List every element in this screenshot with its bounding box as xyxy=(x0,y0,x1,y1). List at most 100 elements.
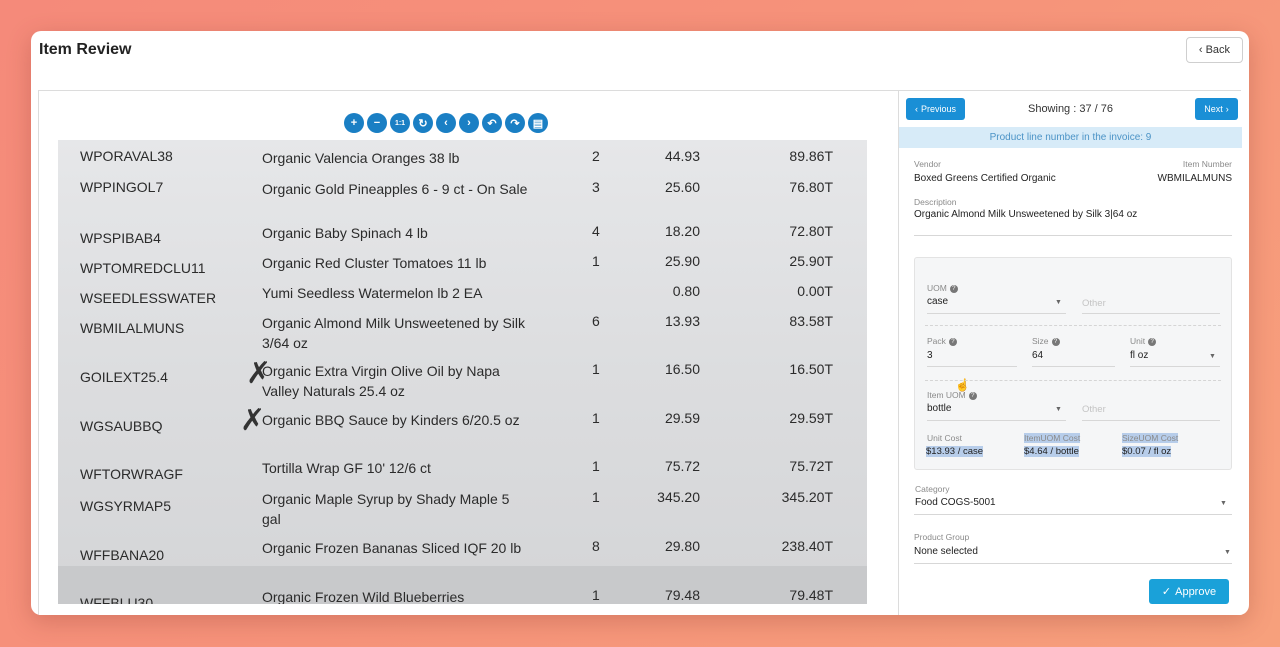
vendor-label: Vendor xyxy=(914,159,941,169)
uom-other-input[interactable]: Other xyxy=(1082,298,1106,309)
row-description: Organic Red Cluster Tomatoes 11 lb xyxy=(262,255,487,271)
row-code: WPORAVAL38 xyxy=(80,148,173,164)
help-icon: ? xyxy=(1051,337,1060,346)
document-icon[interactable]: ▤ xyxy=(528,113,548,133)
item-uom-other-input[interactable]: Other xyxy=(1082,404,1106,415)
row-description: Organic Almond Milk Unsweetened by Silk … xyxy=(262,315,526,351)
size-underline xyxy=(1032,366,1115,367)
invoice-row: WGSYRMAP5 Organic Maple Syrup by Shady M… xyxy=(58,489,867,535)
category-select[interactable]: Food COGS-5001 xyxy=(915,497,996,508)
row-qty: 1 xyxy=(592,489,600,505)
row-total: 25.90T xyxy=(789,253,833,269)
item-review-window: Item Review ‹ Back + − 1:1 ↻ ‹ › ↶ ↷ ▤ W… xyxy=(31,31,1249,615)
invoice-row: WPPINGOL7 Organic Gold Pineapples 6 - 9 … xyxy=(58,179,867,225)
help-icon: ? xyxy=(949,284,958,293)
row-price: 0.80 xyxy=(672,283,700,299)
approve-label: Approve xyxy=(1175,585,1217,598)
invoice-row: WBMILALMUNS Organic Almond Milk Unsweete… xyxy=(58,313,867,359)
next-button[interactable]: Next › xyxy=(1195,98,1238,120)
redo-icon[interactable]: ↷ xyxy=(505,113,525,133)
row-price: 25.60 xyxy=(664,179,700,195)
unit-select[interactable]: fl oz xyxy=(1130,350,1148,361)
item-uom-label: Item UOM? xyxy=(927,390,977,400)
actual-size-icon[interactable]: 1:1 xyxy=(390,113,410,133)
back-button[interactable]: ‹ Back xyxy=(1186,37,1243,63)
uom-other-underline xyxy=(1082,313,1220,314)
chevron-right-icon[interactable]: › xyxy=(459,113,479,133)
description-label: Description xyxy=(914,197,957,207)
chevron-down-icon: ▼ xyxy=(1224,549,1231,556)
row-qty: 3 xyxy=(592,179,600,195)
chevron-left-icon: ‹ xyxy=(1198,44,1203,56)
row-qty: 6 xyxy=(592,313,600,329)
zoom-out-icon[interactable]: − xyxy=(367,113,387,133)
chevron-down-icon: ▼ xyxy=(1220,500,1227,507)
divider xyxy=(925,325,1221,326)
row-qty: 4 xyxy=(592,223,600,239)
divider xyxy=(925,380,1221,381)
invoice-viewer: + − 1:1 ↻ ‹ › ↶ ↷ ▤ WPORAVAL38 Organic V… xyxy=(39,91,899,615)
next-label: Next xyxy=(1204,104,1223,114)
product-group-select[interactable]: None selected xyxy=(914,546,978,557)
help-icon: ? xyxy=(968,391,977,400)
row-total: 89.86T xyxy=(789,148,833,164)
invoice-row: WFFBANA20 Organic Frozen Bananas Sliced … xyxy=(58,538,867,584)
row-description: Organic Maple Syrup by Shady Maple 5 gal xyxy=(262,491,510,527)
unit-underline xyxy=(1130,366,1220,367)
check-icon: ✓ xyxy=(1161,586,1172,598)
row-qty: 1 xyxy=(592,458,600,474)
showing-counter: Showing : 37 / 76 xyxy=(1027,103,1113,115)
row-description: Organic BBQ Sauce by Kinders 6/20.5 oz xyxy=(262,412,520,428)
invoice-row: WGSAUBBQ Organic BBQ Sauce by Kinders 6/… xyxy=(58,410,867,456)
row-total: 345.20T xyxy=(781,489,833,505)
rotate-icon[interactable]: ↻ xyxy=(413,113,433,133)
pack-input[interactable]: 3 xyxy=(927,350,933,361)
approve-button[interactable]: ✓ Approve xyxy=(1149,579,1229,604)
uom-underline xyxy=(927,313,1066,314)
row-total: 75.72T xyxy=(789,458,833,474)
row-price: 75.72 xyxy=(664,458,700,474)
row-qty: 1 xyxy=(592,587,600,603)
row-price: 16.50 xyxy=(664,361,700,377)
unit-cost-value: $13.93 / case xyxy=(926,446,984,457)
row-total: 16.50T xyxy=(789,361,833,377)
row-price: 79.48 xyxy=(664,587,700,603)
description-field[interactable]: Organic Almond Milk Unsweetened by Silk … xyxy=(914,209,1137,220)
product-group-label: Product Group xyxy=(914,532,970,542)
row-total: 76.80T xyxy=(789,179,833,195)
back-label: Back xyxy=(1205,44,1231,56)
chevron-left-icon[interactable]: ‹ xyxy=(436,113,456,133)
row-code: WPTOMREDCLU11 xyxy=(80,260,206,276)
item-uom-cost-value: $4.64 / bottle xyxy=(1024,446,1079,457)
row-price: 29.59 xyxy=(664,410,700,426)
invoice-row: WFFBLU30 Organic Frozen Wild Blueberries… xyxy=(58,587,867,604)
uom-panel: UOM? case ▼ Other ☝ Pack? 3 Size? 64 Uni… xyxy=(914,257,1232,470)
row-code: WBMILALMUNS xyxy=(80,320,185,336)
product-group-underline xyxy=(914,563,1232,564)
help-icon: ? xyxy=(1148,337,1157,346)
chevron-right-icon: › xyxy=(1225,104,1229,114)
uom-select[interactable]: case xyxy=(927,296,948,307)
size-uom-cost-label: SizeUOM Cost xyxy=(1122,433,1179,443)
row-total: 238.40T xyxy=(781,538,833,554)
pack-underline xyxy=(927,366,1017,367)
chevron-down-icon: ▼ xyxy=(1055,299,1062,306)
zoom-in-icon[interactable]: + xyxy=(344,113,364,133)
row-total: 29.59T xyxy=(789,410,833,426)
row-description: Yumi Seedless Watermelon lb 2 EA xyxy=(262,285,483,301)
size-input[interactable]: 64 xyxy=(1032,350,1043,361)
row-price: 13.93 xyxy=(664,313,700,329)
row-code: WFTORWRAGF xyxy=(80,466,183,482)
unit-cost-label: Unit Cost xyxy=(927,433,962,443)
row-price: 44.93 xyxy=(664,148,700,164)
pack-label: Pack? xyxy=(927,336,957,346)
content-area: + − 1:1 ↻ ‹ › ↶ ↷ ▤ WPORAVAL38 Organic V… xyxy=(38,90,1242,615)
row-qty: 1 xyxy=(592,253,600,269)
handwritten-x-mark: ✗ xyxy=(240,403,266,438)
item-uom-select[interactable]: bottle xyxy=(927,403,951,414)
item-uom-cost-label: ItemUOM Cost xyxy=(1024,433,1081,443)
row-code: WSEEDLESSWATER xyxy=(80,290,217,306)
undo-icon[interactable]: ↶ xyxy=(482,113,502,133)
vendor-value: Boxed Greens Certified Organic xyxy=(914,173,1056,184)
size-label: Size? xyxy=(1032,336,1060,346)
